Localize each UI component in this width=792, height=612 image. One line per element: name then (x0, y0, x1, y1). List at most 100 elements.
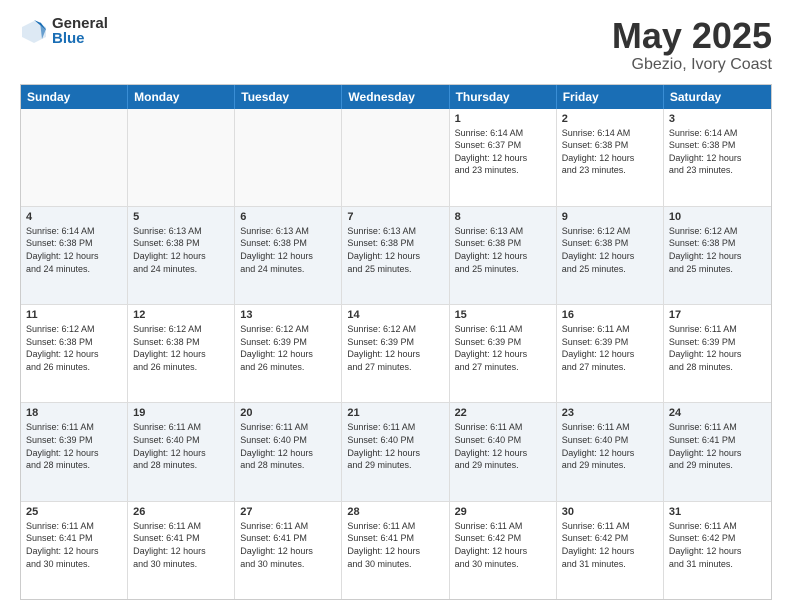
logo-general: General (52, 16, 108, 31)
cell-info: Sunrise: 6:11 AM Sunset: 6:39 PM Dayligh… (455, 323, 551, 373)
day-number: 16 (562, 309, 658, 321)
cell-info: Sunrise: 6:13 AM Sunset: 6:38 PM Dayligh… (240, 225, 336, 275)
cell-info: Sunrise: 6:12 AM Sunset: 6:38 PM Dayligh… (26, 323, 122, 373)
header: General Blue May 2025 Gbezio, Ivory Coas… (20, 16, 772, 74)
weekday-header: Wednesday (342, 85, 449, 109)
calendar-cell: 23Sunrise: 6:11 AM Sunset: 6:40 PM Dayli… (557, 403, 664, 500)
day-number: 10 (669, 211, 766, 223)
weekday-header: Tuesday (235, 85, 342, 109)
cell-info: Sunrise: 6:11 AM Sunset: 6:41 PM Dayligh… (26, 520, 122, 570)
day-number: 12 (133, 309, 229, 321)
cell-info: Sunrise: 6:11 AM Sunset: 6:39 PM Dayligh… (26, 421, 122, 471)
cell-info: Sunrise: 6:11 AM Sunset: 6:41 PM Dayligh… (347, 520, 443, 570)
cell-info: Sunrise: 6:11 AM Sunset: 6:39 PM Dayligh… (562, 323, 658, 373)
calendar-cell (21, 109, 128, 206)
day-number: 24 (669, 407, 766, 419)
calendar-cell: 21 Sunrise: 6:11 AM Sunset: 6:40 PM Dayli… (342, 403, 449, 500)
calendar-cell: 16 Sunrise: 6:11 AM Sunset: 6:39 PM Dayli… (557, 305, 664, 402)
calendar-cell: 24 Sunrise: 6:11 AM Sunset: 6:41 PM Dayli… (664, 403, 771, 500)
cell-info: Sunrise: 6:13 AM Sunset: 6:38 PM Dayligh… (347, 225, 443, 275)
cell-info: Sunrise: 6:11 AM Sunset: 6:42 PM Dayligh… (455, 520, 551, 570)
day-number: 5 (133, 211, 229, 223)
cell-info: Sunrise: 6:14 AM Sunset: 6:38 PM Dayligh… (26, 225, 122, 275)
day-number: 28 (347, 506, 443, 518)
calendar-row: 4Sunrise: 6:14 AM Sunset: 6:38 PM Daylig… (21, 206, 771, 304)
calendar-cell: 12Sunrise: 6:12 AM Sunset: 6:38 PM Dayli… (128, 305, 235, 402)
day-number: 27 (240, 506, 336, 518)
cell-info: Sunrise: 6:11 AM Sunset: 6:40 PM Dayligh… (562, 421, 658, 471)
day-number: 3 (669, 113, 766, 125)
day-number: 7 (347, 211, 443, 223)
calendar: SundayMondayTuesdayWednesdayThursdayFrid… (20, 84, 772, 600)
cell-info: Sunrise: 6:11 AM Sunset: 6:40 PM Dayligh… (240, 421, 336, 471)
cell-info: Sunrise: 6:13 AM Sunset: 6:38 PM Dayligh… (455, 225, 551, 275)
day-number: 8 (455, 211, 551, 223)
cell-info: Sunrise: 6:13 AM Sunset: 6:38 PM Dayligh… (133, 225, 229, 275)
day-number: 15 (455, 309, 551, 321)
calendar-row: 11 Sunrise: 6:12 AM Sunset: 6:38 PM Dayli… (21, 304, 771, 402)
cell-info: Sunrise: 6:12 AM Sunset: 6:38 PM Dayligh… (562, 225, 658, 275)
calendar-cell: 2Sunrise: 6:14 AM Sunset: 6:38 PM Daylig… (557, 109, 664, 206)
day-number: 25 (26, 506, 122, 518)
day-number: 22 (455, 407, 551, 419)
calendar-row: 25 Sunrise: 6:11 AM Sunset: 6:41 PM Dayli… (21, 501, 771, 599)
day-number: 30 (562, 506, 658, 518)
weekday-header: Sunday (21, 85, 128, 109)
calendar-cell (342, 109, 449, 206)
day-number: 26 (133, 506, 229, 518)
weekday-header: Friday (557, 85, 664, 109)
calendar-row: 1Sunrise: 6:14 AM Sunset: 6:37 PM Daylig… (21, 109, 771, 206)
cell-info: Sunrise: 6:12 AM Sunset: 6:39 PM Dayligh… (240, 323, 336, 373)
day-number: 18 (26, 407, 122, 419)
logo-icon (20, 17, 48, 45)
subtitle: Gbezio, Ivory Coast (612, 56, 772, 74)
cell-info: Sunrise: 6:11 AM Sunset: 6:40 PM Dayligh… (455, 421, 551, 471)
cell-info: Sunrise: 6:11 AM Sunset: 6:41 PM Dayligh… (669, 421, 766, 471)
calendar-cell: 4Sunrise: 6:14 AM Sunset: 6:38 PM Daylig… (21, 207, 128, 304)
calendar-cell: 20 Sunrise: 6:11 AM Sunset: 6:40 PM Dayli… (235, 403, 342, 500)
calendar-cell: 18 Sunrise: 6:11 AM Sunset: 6:39 PM Dayli… (21, 403, 128, 500)
logo-text: General Blue (52, 16, 108, 46)
cell-info: Sunrise: 6:14 AM Sunset: 6:38 PM Dayligh… (669, 127, 766, 177)
cell-info: Sunrise: 6:12 AM Sunset: 6:38 PM Dayligh… (669, 225, 766, 275)
calendar-cell: 5 Sunrise: 6:13 AM Sunset: 6:38 PM Daylig… (128, 207, 235, 304)
logo: General Blue (20, 16, 108, 46)
calendar-cell: 15 Sunrise: 6:11 AM Sunset: 6:39 PM Dayli… (450, 305, 557, 402)
calendar-cell: 22 Sunrise: 6:11 AM Sunset: 6:40 PM Dayli… (450, 403, 557, 500)
calendar-cell: 10 Sunrise: 6:12 AM Sunset: 6:38 PM Dayli… (664, 207, 771, 304)
calendar-cell: 9 Sunrise: 6:12 AM Sunset: 6:38 PM Daylig… (557, 207, 664, 304)
day-number: 29 (455, 506, 551, 518)
calendar-cell: 13Sunrise: 6:12 AM Sunset: 6:39 PM Dayli… (235, 305, 342, 402)
calendar-cell: 14Sunrise: 6:12 AM Sunset: 6:39 PM Dayli… (342, 305, 449, 402)
calendar-row: 18 Sunrise: 6:11 AM Sunset: 6:39 PM Dayli… (21, 402, 771, 500)
cell-info: Sunrise: 6:12 AM Sunset: 6:39 PM Dayligh… (347, 323, 443, 373)
day-number: 6 (240, 211, 336, 223)
calendar-cell: 25 Sunrise: 6:11 AM Sunset: 6:41 PM Dayli… (21, 502, 128, 599)
calendar-cell: 27 Sunrise: 6:11 AM Sunset: 6:41 PM Dayli… (235, 502, 342, 599)
day-number: 31 (669, 506, 766, 518)
day-number: 20 (240, 407, 336, 419)
cell-info: Sunrise: 6:14 AM Sunset: 6:37 PM Dayligh… (455, 127, 551, 177)
calendar-cell: 26 Sunrise: 6:11 AM Sunset: 6:41 PM Dayli… (128, 502, 235, 599)
weekday-header: Saturday (664, 85, 771, 109)
cell-info: Sunrise: 6:11 AM Sunset: 6:41 PM Dayligh… (240, 520, 336, 570)
day-number: 11 (26, 309, 122, 321)
day-number: 21 (347, 407, 443, 419)
calendar-cell: 28 Sunrise: 6:11 AM Sunset: 6:41 PM Dayli… (342, 502, 449, 599)
cell-info: Sunrise: 6:11 AM Sunset: 6:41 PM Dayligh… (133, 520, 229, 570)
calendar-cell: 29 Sunrise: 6:11 AM Sunset: 6:42 PM Dayli… (450, 502, 557, 599)
calendar-cell: 11 Sunrise: 6:12 AM Sunset: 6:38 PM Dayli… (21, 305, 128, 402)
cell-info: Sunrise: 6:14 AM Sunset: 6:38 PM Dayligh… (562, 127, 658, 177)
main-title: May 2025 (612, 16, 772, 56)
cell-info: Sunrise: 6:11 AM Sunset: 6:40 PM Dayligh… (347, 421, 443, 471)
day-number: 9 (562, 211, 658, 223)
calendar-cell: 6 Sunrise: 6:13 AM Sunset: 6:38 PM Daylig… (235, 207, 342, 304)
day-number: 19 (133, 407, 229, 419)
calendar-cell: 19Sunrise: 6:11 AM Sunset: 6:40 PM Dayli… (128, 403, 235, 500)
page: General Blue May 2025 Gbezio, Ivory Coas… (0, 0, 792, 612)
calendar-cell: 1Sunrise: 6:14 AM Sunset: 6:37 PM Daylig… (450, 109, 557, 206)
cell-info: Sunrise: 6:11 AM Sunset: 6:42 PM Dayligh… (669, 520, 766, 570)
calendar-cell: 7 Sunrise: 6:13 AM Sunset: 6:38 PM Daylig… (342, 207, 449, 304)
calendar-cell: 8 Sunrise: 6:13 AM Sunset: 6:38 PM Daylig… (450, 207, 557, 304)
day-number: 17 (669, 309, 766, 321)
